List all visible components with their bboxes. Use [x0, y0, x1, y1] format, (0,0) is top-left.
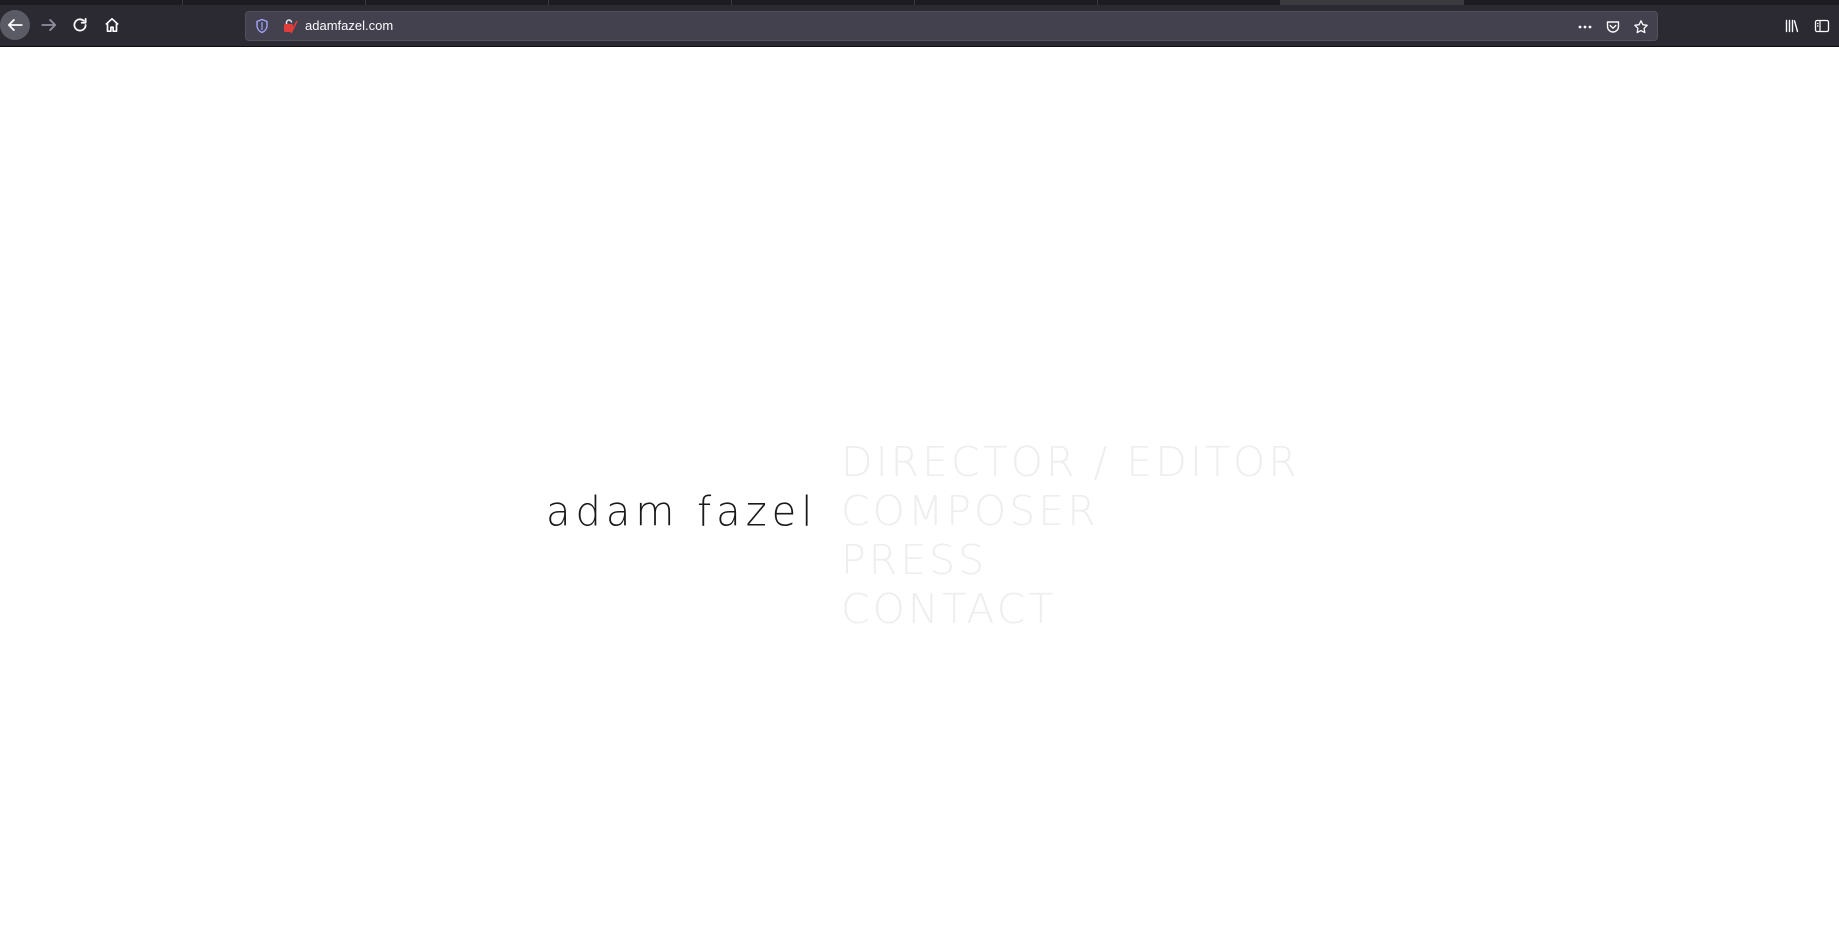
back-button[interactable]	[0, 10, 30, 40]
site-favicon-icon[interactable]	[282, 18, 298, 34]
home-button[interactable]	[97, 10, 127, 40]
home-icon	[105, 17, 119, 33]
url-bar[interactable]: adamfazel.com	[245, 11, 1658, 41]
browser-toolbar: adamfazel.com	[0, 5, 1839, 47]
nav-item-composer[interactable]: COMPOSER	[841, 487, 1300, 536]
more-horizontal-icon[interactable]	[1576, 18, 1594, 36]
url-text[interactable]: adamfazel.com	[305, 18, 393, 34]
main-nav: DIRECTOR / EDITOR COMPOSER PRESS CONTACT	[841, 438, 1300, 634]
reload-icon	[73, 17, 87, 32]
nav-item-press[interactable]: PRESS	[841, 536, 1300, 585]
arrow-left-icon	[7, 19, 23, 31]
nav-item-contact[interactable]: CONTACT	[841, 585, 1300, 634]
library-icon[interactable]	[1782, 16, 1802, 36]
page-content: adam fazel DIRECTOR / EDITOR COMPOSER PR…	[0, 48, 1839, 928]
nav-item-director-editor[interactable]: DIRECTOR / EDITOR	[841, 438, 1300, 487]
arrow-right-icon	[41, 19, 57, 31]
forward-button[interactable]	[34, 10, 64, 40]
reload-button[interactable]	[65, 10, 95, 40]
site-title[interactable]: adam fazel	[546, 488, 817, 537]
pocket-icon[interactable]	[1604, 18, 1622, 36]
shield-icon[interactable]	[254, 18, 270, 34]
star-icon[interactable]	[1632, 18, 1650, 36]
sidebar-icon[interactable]	[1812, 16, 1832, 36]
